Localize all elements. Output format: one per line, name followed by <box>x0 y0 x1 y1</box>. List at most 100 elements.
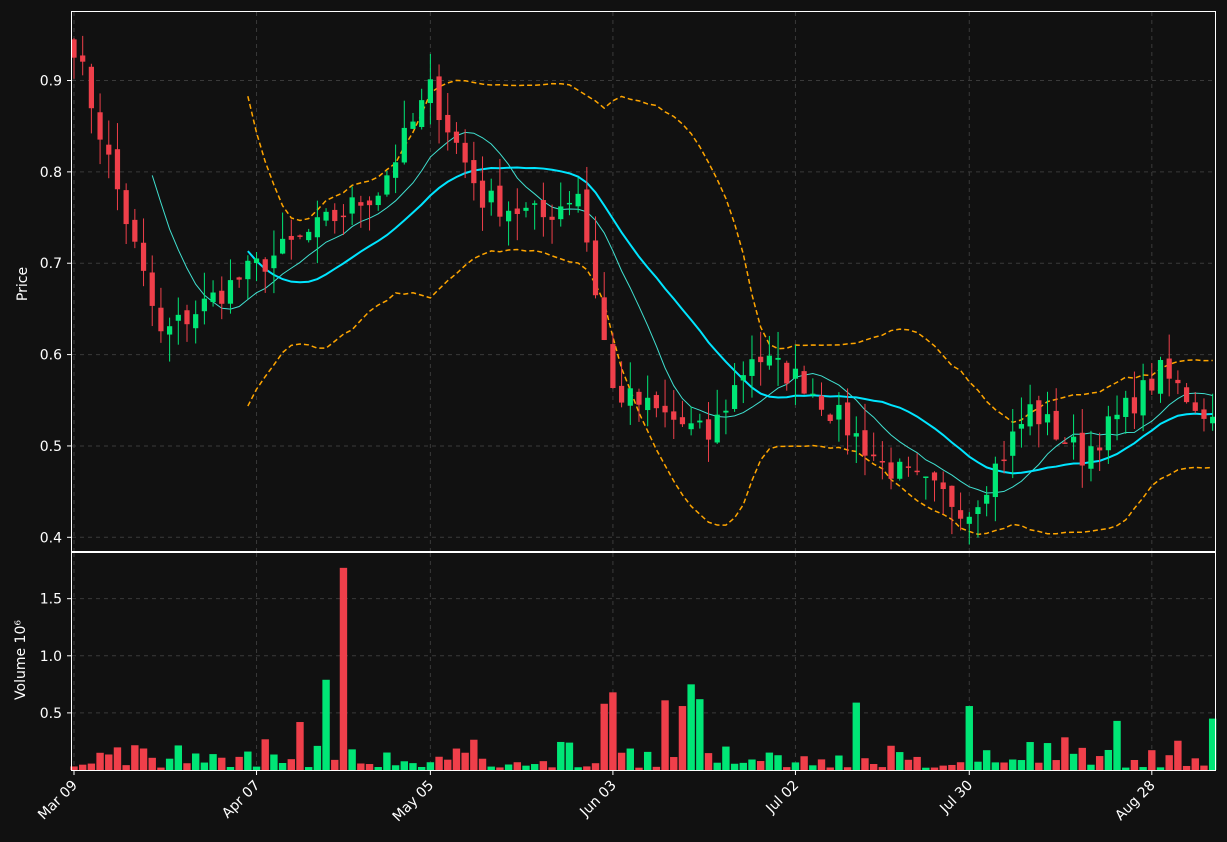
volume-bar <box>122 765 130 770</box>
candle-up <box>505 210 512 222</box>
volume-bar <box>1069 753 1078 770</box>
volume-bar <box>1078 747 1086 770</box>
candle-down <box>1036 400 1042 425</box>
candle-down <box>1201 409 1207 419</box>
candle-up <box>532 203 538 205</box>
candle-down <box>497 185 503 217</box>
candle-down <box>931 472 938 481</box>
volume-bar <box>965 706 973 770</box>
candle-down <box>332 209 338 222</box>
price-tick-label: 0.6 <box>40 348 62 364</box>
volume-bar <box>974 761 982 770</box>
volume-bar <box>304 767 313 770</box>
candle-down <box>1192 402 1198 411</box>
volume-bar <box>591 763 600 770</box>
volume-bar <box>1122 767 1130 770</box>
candle-down <box>818 395 825 410</box>
price-tick-label: 0.4 <box>40 530 62 546</box>
candle-down <box>88 66 94 109</box>
price-tick-label: 0.5 <box>40 439 62 455</box>
candle-down <box>871 454 877 457</box>
volume-bar <box>861 758 869 770</box>
volume-bar <box>435 756 443 770</box>
candle-up <box>280 238 286 254</box>
volume-bar <box>322 679 330 770</box>
volume-bar <box>1130 759 1139 770</box>
candle-up <box>523 207 529 211</box>
candle-down <box>80 55 86 62</box>
volume-bar <box>96 752 104 770</box>
volume-bar <box>478 758 487 770</box>
candle-down <box>1097 447 1103 451</box>
volume-bar <box>730 763 739 770</box>
candle-up <box>1123 397 1129 418</box>
candle-up <box>810 393 816 396</box>
candle-down <box>1183 387 1190 403</box>
candle-up <box>558 206 564 220</box>
volume-bar <box>982 750 991 770</box>
volume-bar <box>704 753 713 770</box>
volume-bar <box>226 767 235 770</box>
volume-bar <box>78 764 87 770</box>
volume-bar <box>487 766 495 770</box>
candle-down <box>479 180 486 208</box>
volume-bar <box>200 762 209 770</box>
candle-down <box>514 208 520 214</box>
candle-up <box>306 231 312 241</box>
volume-bar <box>661 700 669 770</box>
candle-up <box>1140 380 1146 416</box>
volume-bar <box>1165 755 1173 770</box>
volume-bar <box>574 767 582 770</box>
candle-down <box>827 414 833 421</box>
candle-up <box>175 314 181 321</box>
volume-bar <box>652 766 661 770</box>
candle-down <box>436 76 442 121</box>
candle-up <box>1010 431 1016 456</box>
candle-up <box>975 507 981 515</box>
candle-up <box>645 397 651 411</box>
volume-bar <box>696 699 704 770</box>
candle-up <box>1018 424 1025 429</box>
candle-up <box>392 162 399 178</box>
candle-down <box>358 202 364 206</box>
volume-bar <box>391 765 400 770</box>
volume-bar <box>1200 765 1208 770</box>
volume-bar <box>600 703 608 770</box>
volume-bar <box>869 764 878 770</box>
candle-down <box>149 272 155 306</box>
volume-bar <box>261 739 269 770</box>
volume-bar <box>626 748 634 770</box>
candle-up <box>992 463 998 498</box>
volume-bar <box>426 762 435 770</box>
candle-up <box>193 314 199 329</box>
volume-bar <box>287 759 295 770</box>
volume-tick-label: 1.5 <box>40 592 62 608</box>
volume-bar <box>374 767 382 770</box>
volume-bar <box>939 765 947 770</box>
candle-up <box>253 258 260 264</box>
candle-up <box>836 404 842 420</box>
candle-down <box>592 240 599 296</box>
volume-bar <box>765 752 774 770</box>
candle-down <box>914 470 920 473</box>
volume-bar <box>687 684 695 770</box>
candle-down <box>262 259 268 272</box>
volume-bar <box>357 763 365 770</box>
volume-bar <box>296 722 304 770</box>
volume-bar <box>809 765 817 770</box>
volume-bar <box>1026 742 1034 770</box>
volume-bar <box>339 567 348 770</box>
candle-up <box>419 100 425 127</box>
volume-bar <box>609 692 617 770</box>
candle-up <box>897 461 903 479</box>
volume-bar <box>956 762 965 770</box>
candle-up <box>1157 360 1164 394</box>
candle-down <box>758 356 764 363</box>
volume-bar <box>913 756 921 770</box>
volume-bar <box>183 763 191 770</box>
candle-up <box>1044 414 1051 423</box>
price-tick-label: 0.9 <box>40 74 62 90</box>
candle-up <box>314 217 320 238</box>
volume-bar <box>1009 759 1017 770</box>
volume-bar <box>1104 749 1113 770</box>
